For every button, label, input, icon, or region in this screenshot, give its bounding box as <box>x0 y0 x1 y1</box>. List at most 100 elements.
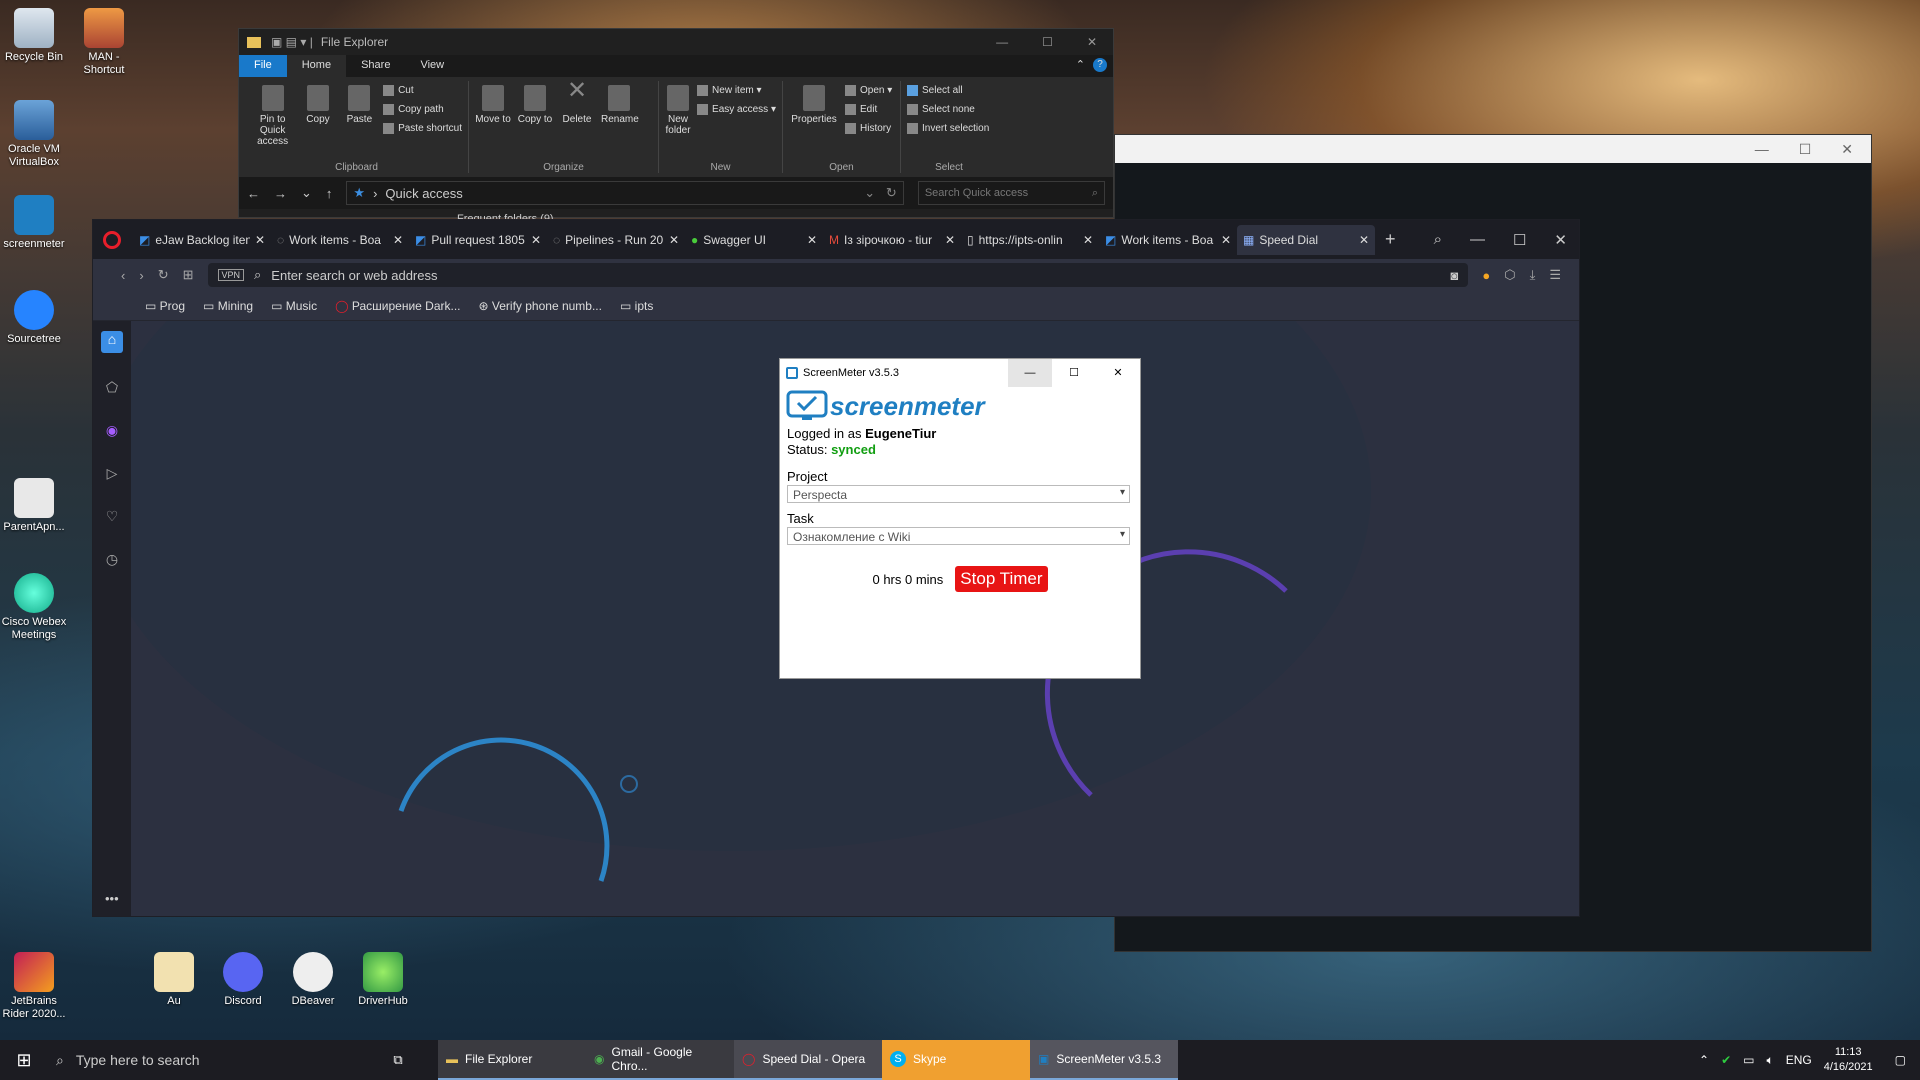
tab-swagger[interactable]: ● Swagger UI ✕ <box>685 225 823 255</box>
task-view-icon[interactable]: ⧉ <box>378 1052 418 1068</box>
camera-icon[interactable]: ◙ <box>1451 268 1459 283</box>
close-tab-icon[interactable]: ✕ <box>669 233 679 247</box>
grid-icon[interactable]: ⊞ <box>183 267 194 283</box>
close-tab-icon[interactable]: ✕ <box>531 233 541 247</box>
minimize-icon[interactable]: — <box>996 35 1008 49</box>
more-icon[interactable]: ••• <box>105 891 119 906</box>
bookmark-ipts[interactable]: ▭ ipts <box>620 299 653 313</box>
tab-ipts[interactable]: ▯ https://ipts-onlin ✕ <box>961 225 1099 255</box>
maximize-icon[interactable]: ☐ <box>1513 231 1526 249</box>
tab-gmail[interactable]: M Із зірочкою - tiur ✕ <box>823 225 961 255</box>
close-tab-icon[interactable]: ✕ <box>1359 233 1369 247</box>
language-indicator[interactable]: ENG <box>1786 1053 1812 1067</box>
history-icon[interactable]: ◷ <box>106 551 118 568</box>
download-icon[interactable]: ⤓ <box>1530 267 1536 283</box>
forward-icon[interactable]: › <box>139 268 143 283</box>
pinboard-icon[interactable]: ⬠ <box>106 379 118 396</box>
tab-pipelines[interactable]: ◌ Pipelines - Run 20 ✕ <box>547 225 685 255</box>
copy-button[interactable]: Copy <box>300 81 335 173</box>
desktop-icon-webex[interactable]: Cisco Webex Meetings <box>0 573 70 642</box>
explorer-search-input[interactable]: Search Quick access ⌕ <box>917 181 1105 205</box>
taskbar-search[interactable]: ⌕ Type here to search <box>48 1040 378 1080</box>
reload-icon[interactable]: ↻ <box>158 267 169 283</box>
desktop-icon-au[interactable]: Au <box>138 952 210 1008</box>
tab-share[interactable]: Share <box>346 55 405 77</box>
close-tab-icon[interactable]: ✕ <box>807 233 817 247</box>
messenger-icon[interactable]: ◉ <box>106 422 118 439</box>
taskbar-opera[interactable]: ◯ Speed Dial - Opera <box>734 1040 882 1080</box>
close-tab-icon[interactable]: ✕ <box>255 233 265 247</box>
minimize-icon[interactable]: — <box>1008 359 1052 387</box>
desktop-icon-virtualbox[interactable]: Oracle VM VirtualBox <box>0 100 70 169</box>
desktop-icon-sourcetree[interactable]: Sourcetree <box>0 290 70 346</box>
tab-work-items-2[interactable]: ◩ Work items - Boa ✕ <box>1099 225 1237 255</box>
tab-ejaw-backlog[interactable]: ◩ eJaw Backlog iten ✕ <box>133 225 271 255</box>
vpn-badge[interactable]: VPN <box>217 269 245 281</box>
tab-pull-request[interactable]: ◩ Pull request 1805 ✕ <box>409 225 547 255</box>
desktop-icon-recycle-bin[interactable]: Recycle Bin <box>0 8 70 64</box>
open-button[interactable]: Open ▾ <box>845 81 892 100</box>
url-bar[interactable]: VPN ⌕ Enter search or web address ◙ <box>207 263 1469 287</box>
back-icon[interactable]: ‹ <box>121 268 125 283</box>
select-none-button[interactable]: Select none <box>907 100 989 119</box>
minimize-icon[interactable]: — <box>1755 141 1769 157</box>
desktop-icon-man-shortcut[interactable]: MAN - Shortcut <box>68 8 140 77</box>
extensions-icon[interactable]: ⬡ <box>1504 267 1515 283</box>
tab-home[interactable]: Home <box>286 55 347 77</box>
close-icon[interactable]: ✕ <box>1554 231 1567 249</box>
desktop-icon-driverhub[interactable]: DriverHub <box>347 952 419 1008</box>
cut-button[interactable]: Cut <box>383 81 462 100</box>
close-tab-icon[interactable]: ✕ <box>945 233 955 247</box>
properties-button[interactable]: Properties <box>789 81 839 173</box>
help-icon[interactable]: ? <box>1093 58 1107 72</box>
select-all-button[interactable]: Select all <box>907 81 989 100</box>
close-tab-icon[interactable]: ✕ <box>1083 233 1093 247</box>
history-button[interactable]: History <box>845 119 892 138</box>
close-icon[interactable]: ✕ <box>1087 35 1097 49</box>
maximize-icon[interactable]: ☐ <box>1799 141 1812 158</box>
taskbar-skype[interactable]: S Skype <box>882 1040 1030 1080</box>
refresh-icon[interactable]: ⌄ ↻ <box>864 185 897 201</box>
home-icon[interactable]: ⌂ <box>101 331 123 353</box>
pin-quick-access-button[interactable]: Pin to Quick access <box>251 81 294 173</box>
recent-icon[interactable]: ⌄ <box>301 185 312 201</box>
edit-button[interactable]: Edit <box>845 100 892 119</box>
clock[interactable]: 11:13 4/16/2021 <box>1824 1045 1873 1075</box>
close-tab-icon[interactable]: ✕ <box>393 233 403 247</box>
taskbar-screenmeter[interactable]: ▣ ScreenMeter v3.5.3 <box>1030 1040 1178 1080</box>
desktop-icon-screenmeter[interactable]: screenmeter <box>0 195 70 251</box>
volume-icon[interactable]: 🔈︎ <box>1767 1053 1774 1068</box>
bookmark-verify-phone[interactable]: ⊛ Verify phone numb... <box>479 299 602 313</box>
new-folder-button[interactable]: New folder <box>665 81 691 173</box>
new-item-button[interactable]: New item ▾ <box>697 81 776 100</box>
notifications-icon[interactable]: ▢ <box>1895 1053 1906 1067</box>
copy-to-button[interactable]: Copy to <box>517 81 553 173</box>
close-icon[interactable]: ✕ <box>1841 141 1853 158</box>
settings-icon[interactable]: ☰ <box>1549 267 1561 283</box>
paste-button[interactable]: Paste <box>342 81 377 173</box>
tab-file[interactable]: File <box>239 55 287 77</box>
up-icon[interactable]: ↑ <box>326 186 333 201</box>
taskbar-chrome[interactable]: ◉ Gmail - Google Chro... <box>586 1040 734 1080</box>
taskbar-file-explorer[interactable]: ▬ File Explorer <box>438 1040 586 1080</box>
collapse-ribbon-icon[interactable]: ⌃ <box>1076 58 1085 74</box>
close-tab-icon[interactable]: ✕ <box>1221 233 1231 247</box>
show-hidden-icons[interactable]: ⌃ <box>1699 1053 1709 1067</box>
search-tabs-icon[interactable]: ⌕ <box>1434 231 1442 249</box>
bookmark-mining[interactable]: ▭ Mining <box>203 299 253 313</box>
new-tab-icon[interactable]: + <box>1385 229 1396 250</box>
move-to-button[interactable]: Move to <box>475 81 511 173</box>
maximize-icon[interactable]: ☐ <box>1042 35 1053 49</box>
battery-saver-icon[interactable]: ● <box>1482 268 1490 283</box>
maximize-icon[interactable]: ☐ <box>1052 359 1096 387</box>
explorer-address-bar[interactable]: ★ › Quick access ⌄ ↻ <box>346 181 904 205</box>
rename-button[interactable]: Rename <box>601 81 639 173</box>
forward-icon[interactable]: → <box>274 186 287 201</box>
copy-path-button[interactable]: Copy path <box>383 100 462 119</box>
network-icon[interactable]: ▭ <box>1743 1053 1754 1067</box>
delete-button[interactable]: ✕ Delete <box>559 79 595 173</box>
bookmark-dark-extension[interactable]: ◯ Расширение Dark... <box>335 299 460 313</box>
tab-view[interactable]: View <box>405 55 459 77</box>
desktop-icon-discord[interactable]: Discord <box>207 952 279 1008</box>
url-input[interactable]: Enter search or web address <box>271 268 437 283</box>
